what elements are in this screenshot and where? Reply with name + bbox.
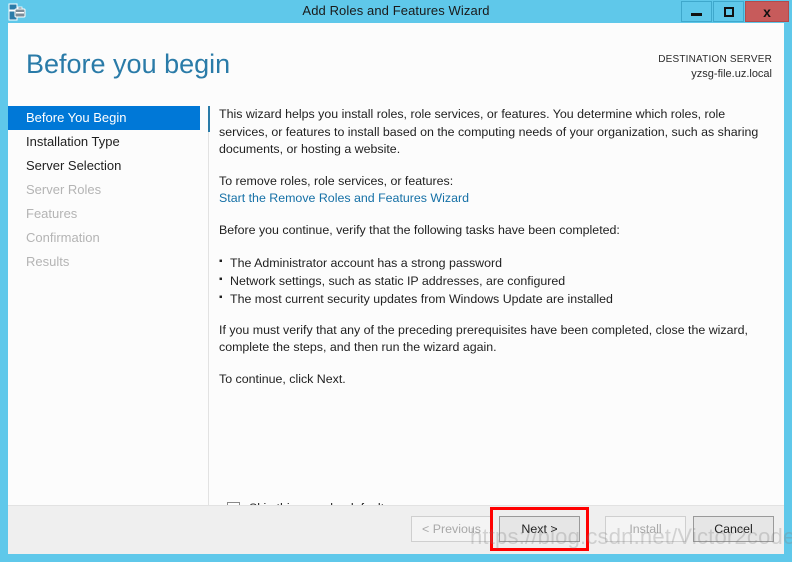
title-bar: Add Roles and Features Wizard x xyxy=(0,0,792,23)
cancel-button[interactable]: Cancel xyxy=(693,516,774,542)
remove-roles-wizard-link[interactable]: Start the Remove Roles and Features Wiza… xyxy=(219,190,769,208)
wizard-footer: < Previous Next > Install Cancel xyxy=(8,505,784,554)
wizard-step-nav: Before You Begin Installation Type Serve… xyxy=(8,106,200,274)
sidebar-item-server-selection[interactable]: Server Selection xyxy=(8,154,200,178)
sidebar-item-results: Results xyxy=(8,250,200,274)
intro-paragraph: This wizard helps you install roles, rol… xyxy=(219,106,769,159)
window-controls: x xyxy=(680,1,789,22)
sidebar-item-label: Before You Begin xyxy=(26,110,126,125)
sidebar-item-before-you-begin[interactable]: Before You Begin xyxy=(8,106,200,130)
verify-tasks-paragraph: Before you continue, verify that the fol… xyxy=(219,222,769,240)
prerequisite-list: The Administrator account has a strong p… xyxy=(219,254,769,308)
destination-server-label: DESTINATION SERVER xyxy=(658,53,772,67)
maximize-button[interactable] xyxy=(713,1,744,22)
install-button-label: Install xyxy=(629,522,661,536)
window-title: Add Roles and Features Wizard xyxy=(0,3,792,18)
sidebar-item-installation-type[interactable]: Installation Type xyxy=(8,130,200,154)
minimize-icon xyxy=(691,13,702,16)
minimize-button[interactable] xyxy=(681,1,712,22)
sidebar-item-label: Installation Type xyxy=(26,134,120,149)
sidebar-divider-accent xyxy=(208,106,210,132)
list-item: Network settings, such as static IP addr… xyxy=(219,272,769,290)
sidebar-divider xyxy=(208,106,209,510)
wizard-window: Add Roles and Features Wizard x Before y… xyxy=(0,0,792,562)
sidebar-item-label: Confirmation xyxy=(26,230,100,245)
remove-intro-paragraph: To remove roles, role services, or featu… xyxy=(219,173,769,191)
install-button: Install xyxy=(605,516,686,542)
page-title: Before you begin xyxy=(26,49,230,80)
sidebar-item-label: Server Roles xyxy=(26,182,101,197)
next-button-label: Next > xyxy=(521,522,557,536)
sidebar-item-server-roles: Server Roles xyxy=(8,178,200,202)
sidebar-item-label: Features xyxy=(26,206,77,221)
sidebar-item-label: Results xyxy=(26,254,69,269)
wizard-button-row: < Previous Next > Install Cancel xyxy=(411,516,774,542)
sidebar-item-confirmation: Confirmation xyxy=(8,226,200,250)
destination-server-block: DESTINATION SERVER yzsg-file.uz.local xyxy=(658,53,772,81)
sidebar-item-label: Server Selection xyxy=(26,158,121,173)
maximize-icon xyxy=(724,7,734,17)
client-area: Before you begin DESTINATION SERVER yzsg… xyxy=(8,23,784,554)
wizard-content: This wizard helps you install roles, rol… xyxy=(219,106,769,402)
list-item: The most current security updates from W… xyxy=(219,290,769,308)
previous-button: < Previous xyxy=(411,516,492,542)
next-button[interactable]: Next > xyxy=(499,516,580,542)
previous-button-label: < Previous xyxy=(422,522,481,536)
list-item: The Administrator account has a strong p… xyxy=(219,254,769,272)
prerequisite-note-paragraph: If you must verify that any of the prece… xyxy=(219,322,769,357)
sidebar-item-features: Features xyxy=(8,202,200,226)
next-button-wrapper: Next > xyxy=(499,516,580,542)
destination-server-value: yzsg-file.uz.local xyxy=(658,67,772,81)
close-button[interactable]: x xyxy=(745,1,789,22)
close-icon: x xyxy=(763,5,771,19)
continue-paragraph: To continue, click Next. xyxy=(219,371,769,389)
cancel-button-label: Cancel xyxy=(714,522,753,536)
page-header: Before you begin DESTINATION SERVER yzsg… xyxy=(8,23,784,98)
